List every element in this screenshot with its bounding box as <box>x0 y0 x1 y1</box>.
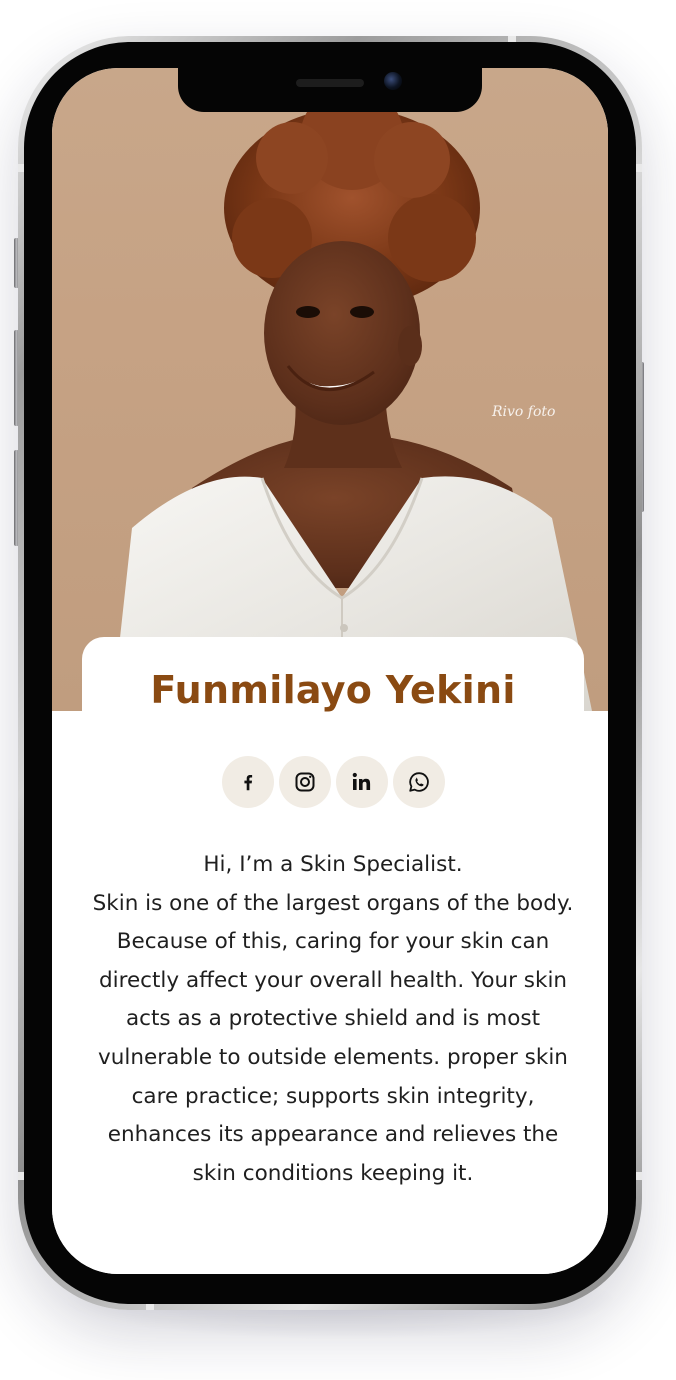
facebook-link[interactable] <box>222 756 274 808</box>
linkedin-icon <box>350 770 374 794</box>
whatsapp-icon <box>407 770 431 794</box>
whatsapp-link[interactable] <box>393 756 445 808</box>
linkedin-link[interactable] <box>336 756 388 808</box>
profile-name: Funmilayo Yekini <box>150 668 516 712</box>
speaker-grille <box>296 79 364 87</box>
phone-screen: Rivo foto Funmilayo Yekini Hi, I’m a Ski… <box>52 68 608 1274</box>
bio-greeting: Hi, I’m a Skin Specialist. <box>203 852 463 877</box>
bio-text: Hi, I’m a Skin Specialist. Skin is one o… <box>86 846 580 1193</box>
bio-paragraph: Skin is one of the largest organs of the… <box>92 890 574 1186</box>
portrait-illustration <box>112 86 592 711</box>
instagram-icon <box>293 770 317 794</box>
instagram-link[interactable] <box>279 756 331 808</box>
facebook-icon <box>237 771 259 793</box>
front-camera <box>384 72 402 90</box>
mockup-stage: Rivo foto Funmilayo Yekini Hi, I’m a Ski… <box>0 0 676 1380</box>
social-links <box>222 756 446 808</box>
profile-photo: Rivo foto <box>52 68 608 711</box>
notch <box>178 68 482 112</box>
photo-signature: Rivo foto <box>492 404 556 420</box>
